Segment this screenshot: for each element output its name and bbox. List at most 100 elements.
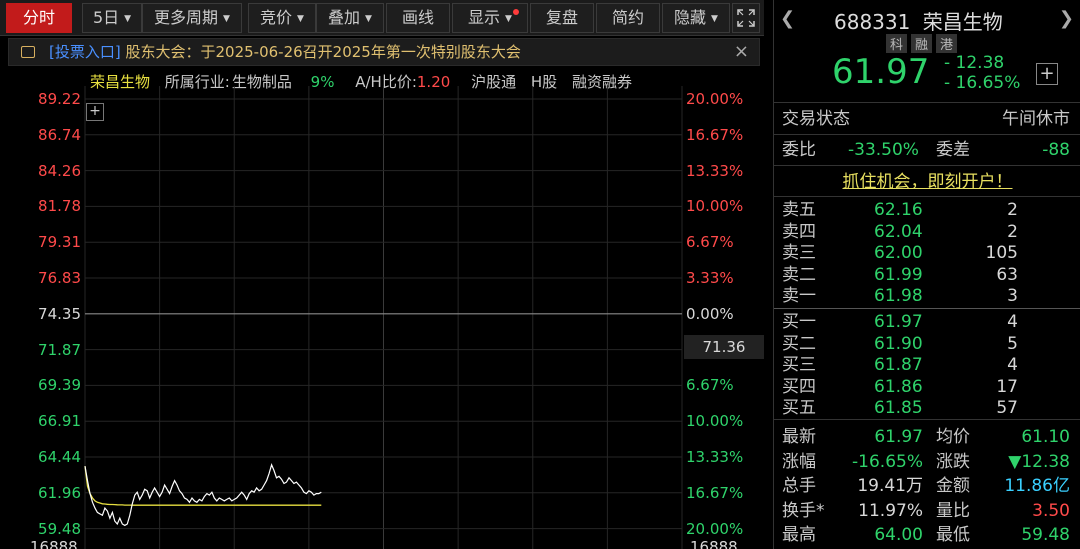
caret-down-icon: ▼ (223, 14, 230, 24)
percent-axis-tick: 16.67% (686, 125, 744, 144)
stat-label: 最新 (782, 427, 816, 447)
display-dropdown[interactable]: 显示 ▼ (452, 3, 528, 33)
open-account-promo[interactable]: 抓住机会，即刻开户！ (774, 172, 1080, 192)
badge-hk: 港 (936, 34, 958, 53)
expand-chart-button[interactable]: + (86, 103, 104, 121)
bid-level-volume: 4 (1007, 355, 1018, 375)
percent-axis-tick: 0.00% (686, 304, 734, 323)
bid-level-price[interactable]: 61.85 (874, 398, 923, 418)
volume-axis-left: 16888 (30, 538, 78, 549)
overlay-label: 叠加 (328, 8, 361, 27)
stat-value: 11.97% (858, 500, 923, 521)
stat-label: 涨幅 (782, 451, 816, 472)
stat-value: 11.86亿 (1004, 476, 1070, 497)
auction-dropdown[interactable]: 竞价 ▼ (248, 3, 316, 33)
stat-value: 3.50 (1032, 500, 1070, 521)
ask-level-volume: 3 (1007, 286, 1018, 306)
price-axis-tick: 59.48 (38, 519, 81, 538)
bid-level-label: 买二 (782, 333, 816, 354)
stat-label: 涨跌 (936, 451, 970, 472)
vote-entry-link[interactable]: [投票入口] (49, 43, 121, 61)
percent-axis-tick: 13.33% (686, 161, 744, 180)
price-axis-tick: 61.96 (38, 483, 81, 502)
speaker-icon (21, 46, 35, 58)
notice-text: 股东大会：于2025-06-26召开2025年第一次特别股东大会 (125, 43, 521, 61)
ask-level-price[interactable]: 61.98 (874, 286, 923, 306)
ask-level-price[interactable]: 62.00 (874, 243, 923, 263)
hide-label: 隐藏 (674, 8, 707, 27)
bid-level-volume: 4 (1007, 312, 1018, 332)
ask-level-price[interactable]: 61.99 (874, 265, 923, 285)
notice-bar: [投票入口] 股东大会：于2025-06-26召开2025年第一次特别股东大会 … (8, 38, 760, 66)
bid-level-price[interactable]: 61.86 (874, 377, 923, 397)
price-axis-tick: 76.83 (38, 269, 81, 287)
caret-down-icon: ▼ (124, 14, 132, 24)
bid-level-price[interactable]: 61.97 (874, 312, 923, 332)
percent-axis-tick: 13.33% (686, 448, 744, 466)
notification-dot (513, 9, 519, 15)
bid-level-label: 买五 (782, 398, 816, 418)
chart-canvas[interactable] (0, 86, 764, 549)
bid-level-price[interactable]: 61.87 (874, 355, 923, 375)
bid-level-label: 买一 (782, 312, 816, 332)
percent-axis-tick: 3.33% (686, 269, 734, 287)
tab-intraday-label: 分时 (22, 8, 55, 27)
ask-level-volume: 105 (985, 243, 1018, 263)
bid-level-price[interactable]: 61.90 (874, 334, 923, 354)
percent-axis-tick: 20.00% (686, 519, 744, 538)
price-axis-tick: 81.78 (38, 197, 81, 216)
stat-label: 换手* (782, 500, 825, 521)
bid-level-label: 买四 (782, 376, 816, 397)
stock-title: 688331 荣昌生物 (834, 6, 1003, 35)
price-axis-tick: 64.44 (38, 448, 81, 466)
intraday-chart[interactable]: 89.22 86.74 84.26 81.78 79.31 76.83 74.35 71.87… (0, 86, 764, 549)
ask-level-price[interactable]: 62.16 (874, 200, 923, 220)
bid-ratio-value: -33.50% (848, 140, 919, 160)
price-axis-tick: 71.87 (38, 340, 81, 359)
tab-5day-label: 5日 (92, 8, 120, 27)
replay-label: 复盘 (545, 8, 578, 27)
fullscreen-button[interactable] (732, 3, 760, 33)
crosshair-price-label: 71.36 (684, 335, 764, 359)
badge-group: 科 融 港 (886, 34, 958, 53)
percent-axis-tick: 6.67% (686, 233, 734, 252)
ask-level-label: 卖一 (782, 286, 816, 306)
bid-diff-value: -88 (1042, 140, 1070, 160)
ask-level-volume: 2 (1007, 200, 1018, 220)
prev-stock-arrow[interactable]: ❮ (780, 8, 795, 29)
next-stock-arrow[interactable]: ❯ (1059, 8, 1074, 29)
close-icon[interactable]: × (734, 39, 749, 65)
trade-status-value: 午间休市 (1002, 109, 1070, 129)
ask-level-price[interactable]: 62.04 (874, 222, 923, 242)
stat-label: 均价 (936, 427, 970, 447)
ask-level-label: 卖四 (782, 221, 816, 242)
ask-level-label: 卖二 (782, 264, 816, 285)
percent-axis-tick: 10.00% (686, 197, 744, 216)
tab-intraday[interactable]: 分时 (6, 3, 72, 33)
hide-dropdown[interactable]: 隐藏 ▼ (662, 3, 730, 33)
stat-label: 总手 (782, 476, 816, 497)
price-axis-tick: 69.39 (38, 376, 81, 395)
trade-status-label: 交易状态 (782, 109, 850, 129)
caret-down-icon: ▼ (365, 14, 372, 24)
display-label: 显示 (468, 8, 501, 27)
ask-level-label: 卖三 (782, 243, 816, 263)
stat-value: 61.10 (1021, 427, 1070, 447)
tab-5day[interactable]: 5日 ▼ (82, 3, 142, 33)
stock-title-name: 荣昌生物 (922, 10, 1003, 34)
badge-margin: 融 (911, 34, 933, 53)
price-axis-tick: 89.22 (38, 90, 81, 108)
price-axis-tick: 86.74 (38, 125, 81, 144)
simple-button[interactable]: 简约 (596, 3, 660, 33)
draw-line-button[interactable]: 画线 (386, 3, 450, 33)
more-periods-dropdown[interactable]: 更多周期 ▼ (142, 3, 242, 33)
stat-value: 59.48 (1021, 525, 1070, 546)
overlay-dropdown[interactable]: 叠加 ▼ (316, 3, 384, 33)
badge-star: 科 (886, 34, 908, 53)
add-watchlist-button[interactable]: + (1036, 63, 1058, 85)
price-line (84, 463, 322, 527)
stat-label: 最高 (782, 525, 816, 546)
percent-axis-tick: 20.00% (686, 90, 744, 108)
percent-axis-tick: 10.00% (686, 412, 744, 431)
replay-button[interactable]: 复盘 (530, 3, 594, 33)
